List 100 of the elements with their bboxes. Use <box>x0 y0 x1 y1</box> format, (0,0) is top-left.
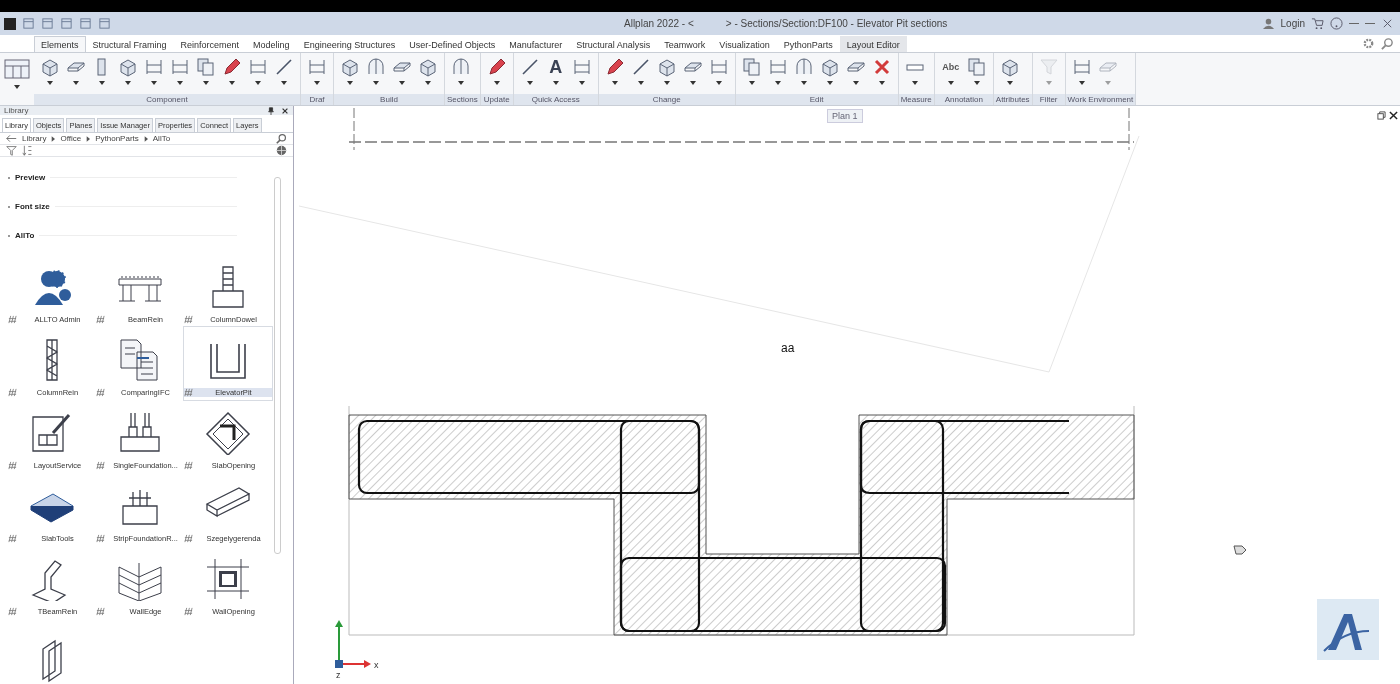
filter-icon[interactable] <box>6 145 17 156</box>
chevron-icon <box>51 135 56 142</box>
ribbon-tab[interactable]: Engineering Structures <box>296 36 403 52</box>
caret-icon <box>878 81 885 85</box>
window-title: > - Sections/Section:DF100 - Elevator Pit sections <box>725 18 948 29</box>
pythonpart-icon <box>96 388 105 397</box>
caret-icon <box>14 85 20 89</box>
caret-icon <box>526 81 533 85</box>
caret-icon <box>1045 81 1052 85</box>
pythonpart-icon <box>96 461 105 470</box>
pythonpart-icon <box>8 388 17 397</box>
ribbon-tab[interactable]: Elements <box>34 36 86 52</box>
ribbon-tab[interactable]: PythonParts <box>776 36 840 52</box>
restore-icon[interactable] <box>1377 111 1386 120</box>
slab-opening-icon <box>203 411 253 455</box>
layers-icon <box>966 57 987 77</box>
close-icon[interactable] <box>281 106 289 115</box>
caret-icon <box>203 81 209 85</box>
caret-icon <box>611 81 618 85</box>
ribbon-tool-button[interactable]: Abc <box>937 53 964 94</box>
caret-icon <box>125 81 131 85</box>
toolbar-icon[interactable] <box>22 17 35 30</box>
window-title: Allplan 2022 - < <box>624 18 694 29</box>
pin-icon[interactable] <box>267 106 275 115</box>
ribbon-tab[interactable]: Structural Framing <box>85 36 174 52</box>
ribbon-group-label: Component <box>34 94 300 105</box>
caret-icon <box>1104 81 1111 85</box>
caret-icon <box>493 81 500 85</box>
z-axis-label: z <box>336 670 341 680</box>
ribbon-group-label: Measure <box>898 94 934 105</box>
caret-icon <box>314 81 320 85</box>
breadcrumb-link[interactable]: AllTo <box>152 134 171 143</box>
globe-icon[interactable] <box>276 145 287 156</box>
breadcrumb-link[interactable]: PythonParts <box>95 134 139 143</box>
pythonpart-icon <box>184 388 193 397</box>
breadcrumb-link[interactable]: Office <box>60 134 82 143</box>
scrollbar[interactable] <box>274 177 281 554</box>
pythonpart-icon <box>184 534 193 543</box>
block-icon <box>819 57 840 77</box>
login-button[interactable]: Login <box>1280 18 1305 29</box>
caret-icon <box>1006 81 1013 85</box>
search-icon[interactable] <box>276 133 287 144</box>
pencil-icon <box>486 57 507 77</box>
section-header[interactable]: Preview <box>15 173 46 182</box>
block-icon <box>418 57 438 77</box>
caret-icon <box>1078 81 1085 85</box>
block-icon <box>118 57 138 77</box>
breadcrumb-link[interactable]: Library <box>22 134 47 143</box>
filter-icon <box>1038 57 1059 77</box>
ribbon-group-label: Draf <box>301 94 333 105</box>
arch-icon <box>451 57 471 77</box>
caret-icon <box>552 81 559 85</box>
help-icon[interactable] <box>1330 17 1343 30</box>
ribbon-tab[interactable]: Visualization <box>712 36 777 52</box>
arch-icon <box>793 57 814 77</box>
ribbon-group-label: Annotation <box>934 94 993 105</box>
caret-icon <box>689 81 696 85</box>
ribbon-tab[interactable]: Manufacturer <box>502 36 570 52</box>
caret-icon <box>425 81 431 85</box>
ribbon-group-label: Attributes <box>993 94 1032 105</box>
caret-icon <box>774 81 781 85</box>
plan-tag[interactable]: Plan 1 <box>827 109 863 123</box>
section-label: aa <box>781 341 795 355</box>
close-icon[interactable] <box>1389 111 1398 120</box>
caret-icon <box>715 81 722 85</box>
section-header[interactable]: AllTo <box>15 231 35 240</box>
ribbon-tab[interactable]: User-Defined Objects <box>402 36 503 52</box>
ribbon-group-label: Sections <box>445 94 480 105</box>
ribbon-group-label: Update <box>480 94 513 105</box>
axis-icon <box>335 620 371 668</box>
toolbar-icon[interactable] <box>60 17 73 30</box>
caret-icon <box>347 81 353 85</box>
caret-icon <box>458 81 464 85</box>
ribbon-group-label: Build <box>334 94 444 105</box>
toolbar-icon[interactable] <box>98 17 111 30</box>
pythonpart-icon <box>184 315 193 324</box>
sort-icon[interactable] <box>22 145 33 156</box>
back-icon[interactable] <box>6 133 17 144</box>
cart-icon[interactable] <box>1311 17 1324 30</box>
frame-icon <box>1071 57 1092 77</box>
section-header[interactable]: Font size <box>15 202 50 211</box>
toolbar-icon[interactable] <box>79 17 92 30</box>
ribbon-tab[interactable]: Layout Editor <box>839 36 907 52</box>
ribbon-tab[interactable]: Teamwork <box>657 36 713 52</box>
ribbon-tab[interactable]: Reinforcement <box>173 36 247 52</box>
toolbar-icon[interactable] <box>41 17 54 30</box>
pythonpart-icon <box>8 461 17 470</box>
caret-icon <box>177 81 183 85</box>
search-icon[interactable] <box>1381 37 1394 50</box>
frame-icon <box>708 57 729 77</box>
ribbon-tab[interactable]: Modeling <box>246 36 297 52</box>
ribbon-group-label: Edit <box>735 94 898 105</box>
frame-icon <box>571 57 592 77</box>
frame-icon <box>767 57 788 77</box>
caret-icon <box>578 81 585 85</box>
caret-icon <box>973 81 980 85</box>
settings-icon[interactable] <box>1362 37 1375 50</box>
block-icon <box>656 57 677 77</box>
ribbon-tool-button[interactable]: A <box>542 53 569 94</box>
ribbon-tab[interactable]: Structural Analysis <box>569 36 658 52</box>
